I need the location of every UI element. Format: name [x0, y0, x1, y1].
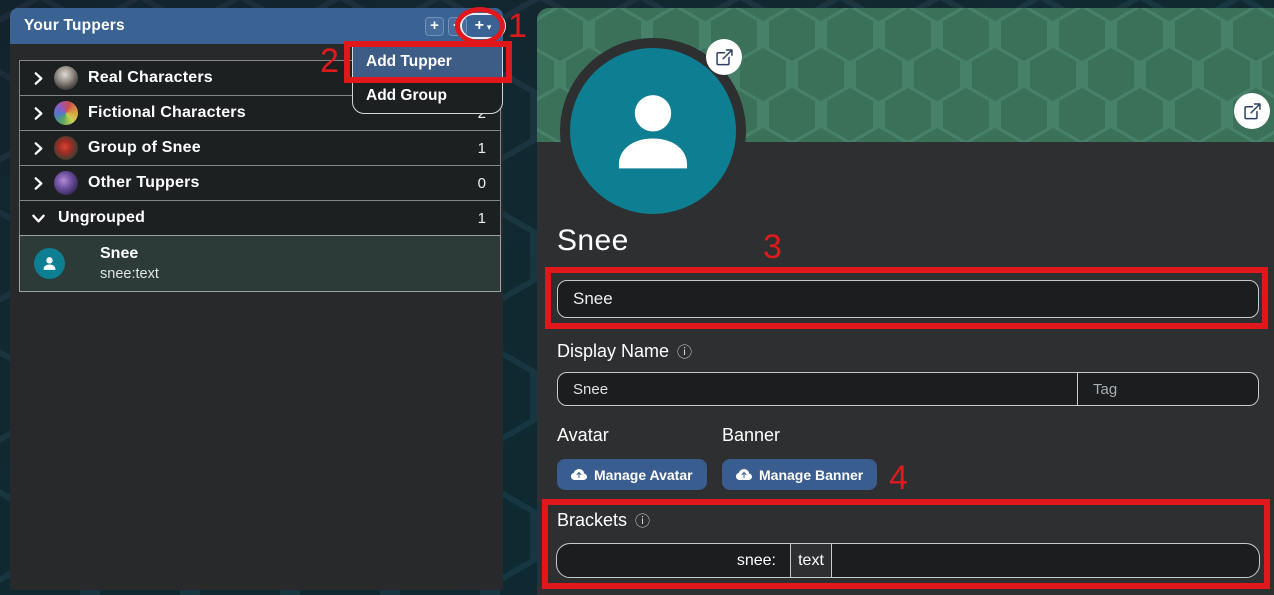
group-count: 1 [478, 140, 486, 157]
tag-input[interactable] [1078, 372, 1259, 406]
menu-item-add-tupper[interactable]: Add Tupper [353, 45, 502, 79]
person-icon [34, 248, 65, 279]
rainbow-collage-avatar [54, 101, 78, 125]
brackets-input-group: text [556, 543, 1260, 578]
chevron-down-icon: ▾ [487, 23, 492, 32]
group-row-group-of-snee[interactable]: Group of Snee 1 [19, 130, 501, 166]
plus-icon: + [475, 18, 484, 34]
group-count: 1 [478, 210, 486, 227]
tupperbox-dashboard: { "left_panel": { "title": "Your Tuppers… [0, 0, 1274, 595]
box-arrow-up-right-icon [1244, 103, 1261, 120]
group-count: 0 [478, 175, 486, 192]
person-icon [597, 75, 709, 187]
manage-avatar-button[interactable]: Manage Avatar [557, 459, 707, 490]
name-input[interactable] [557, 280, 1259, 318]
display-name-input[interactable] [557, 372, 1078, 406]
add-dropdown-toggle[interactable]: + ▾ [460, 13, 506, 39]
group-name: Group of Snee [88, 139, 201, 157]
info-circle-icon[interactable]: ⓘ [677, 341, 692, 362]
tupper-title: Snee [557, 224, 629, 258]
brackets-label: Brackets ⓘ [557, 510, 650, 531]
chevron-right-icon [31, 71, 46, 86]
open-avatar-button[interactable] [706, 39, 742, 75]
group-name: Real Characters [88, 69, 213, 87]
group-name: Ungrouped [58, 209, 145, 227]
box-arrow-up-right-icon [716, 49, 733, 66]
banner-label: Banner [722, 425, 780, 446]
menu-item-add-group[interactable]: Add Group [353, 79, 502, 113]
add-menu: Add Tupper Add Group [352, 44, 503, 114]
chevron-right-icon [31, 106, 46, 121]
tupper-brackets: snee:text [100, 266, 159, 282]
display-name-label: Display Name ⓘ [557, 341, 692, 362]
group-row-ungrouped[interactable]: Ungrouped 1 [19, 200, 501, 236]
tupper-name: Snee [100, 245, 159, 263]
expand-all-button[interactable]: + [425, 17, 444, 36]
tupper-list-item-snee[interactable]: Snee snee:text [19, 235, 501, 292]
open-banner-button[interactable] [1234, 93, 1270, 129]
group-row-other-tuppers[interactable]: Other Tuppers 0 [19, 165, 501, 201]
purple-collage-avatar [54, 171, 78, 195]
chevron-right-icon [31, 176, 46, 191]
group-name: Fictional Characters [88, 104, 246, 122]
cloud-upload-icon [736, 467, 752, 483]
grayscale-portrait-avatar [54, 66, 78, 90]
tupper-editor-panel: Snee Display Name ⓘ Avatar Banner Manage… [537, 8, 1274, 595]
cloud-upload-icon [571, 467, 587, 483]
red-flower-avatar [54, 136, 78, 160]
plus-square-icon: + [430, 17, 439, 34]
avatar-label: Avatar [557, 425, 609, 446]
chevron-right-icon [31, 141, 46, 156]
group-name: Other Tuppers [88, 174, 200, 192]
info-circle-icon[interactable]: ⓘ [635, 510, 650, 531]
manage-banner-button[interactable]: Manage Banner [722, 459, 877, 490]
bracket-text-placeholder: text [790, 544, 832, 577]
bracket-suffix-input[interactable] [832, 544, 1259, 577]
chevron-down-icon [31, 211, 46, 226]
panel-title: Your Tuppers [24, 17, 125, 35]
bracket-prefix-input[interactable] [557, 544, 790, 577]
